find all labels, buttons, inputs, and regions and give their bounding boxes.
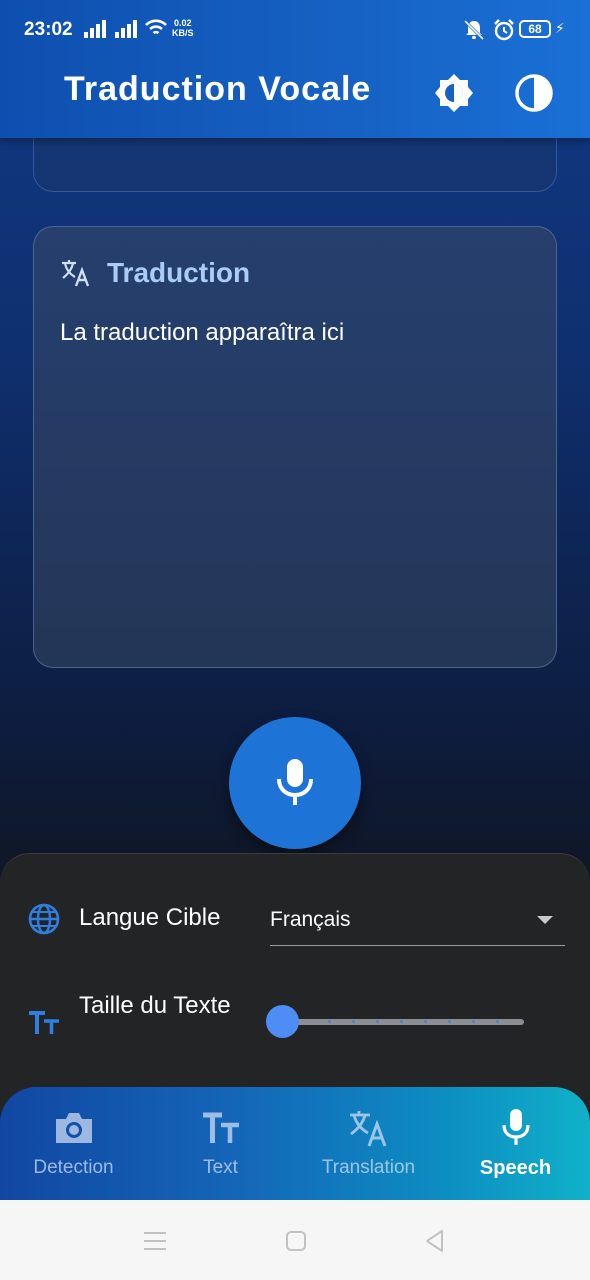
system-navigation-bar — [0, 1200, 590, 1280]
home-icon[interactable] — [283, 1228, 309, 1254]
wifi-icon — [145, 19, 167, 35]
signal-icon — [115, 20, 137, 38]
slider-track — [282, 1019, 524, 1025]
battery-indicator: 68 — [519, 20, 551, 38]
camera-icon — [56, 1113, 92, 1143]
contrast-icon[interactable] — [514, 73, 554, 113]
slider-tick — [496, 1020, 499, 1023]
menu-icon[interactable] — [142, 1228, 168, 1254]
text-size-icon — [29, 1011, 59, 1034]
page-title: Traduction Vocale — [64, 70, 372, 108]
chevron-down-icon — [537, 916, 553, 924]
network-speed-value: 0.02 — [173, 18, 192, 28]
charging-icon: ⚡ — [555, 20, 565, 36]
network-speed: 0.02 KB/S — [172, 18, 194, 38]
text-size-slider[interactable] — [266, 1004, 528, 1040]
target-language-dropdown[interactable]: Français — [270, 894, 565, 946]
nav-item-detection[interactable]: Detection — [0, 1087, 147, 1200]
slider-tick — [376, 1020, 379, 1023]
translation-card: Traduction La traduction apparaîtra ici — [33, 226, 557, 668]
translate-icon — [62, 260, 90, 287]
top-bar: 23:02 0.02 KB/S 68 ⚡ Traduction Vocale — [0, 0, 590, 138]
nav-item-text[interactable]: Text — [147, 1087, 294, 1200]
nav-item-translation[interactable]: Translation — [295, 1087, 442, 1200]
slider-tick — [448, 1020, 451, 1023]
microphone-icon — [502, 1109, 530, 1145]
nav-item-label: Text — [203, 1157, 238, 1178]
translation-output: La traduction apparaîtra ici — [60, 319, 345, 346]
slider-tick — [328, 1020, 331, 1023]
nav-item-label: Speech — [479, 1157, 552, 1179]
target-language-value: Français — [270, 908, 351, 931]
translate-icon — [350, 1111, 387, 1147]
text-size-label: Taille du Texte — [79, 992, 231, 1019]
status-bar: 23:02 0.02 KB/S 68 ⚡ — [0, 0, 590, 60]
nav-item-label: Detection — [33, 1157, 114, 1178]
slider-thumb[interactable] — [266, 1005, 299, 1038]
nav-item-speech[interactable]: Speech — [442, 1087, 589, 1200]
record-button[interactable] — [229, 717, 361, 849]
back-icon[interactable] — [422, 1228, 448, 1254]
app-screen: 23:02 0.02 KB/S 68 ⚡ Traduction Vocale T… — [0, 0, 590, 1200]
bell-off-icon — [463, 19, 485, 41]
translation-card-title: Traduction — [107, 257, 251, 288]
slider-tick — [352, 1020, 355, 1023]
status-time: 23:02 — [24, 19, 73, 40]
nav-item-label: Translation — [321, 1157, 416, 1178]
slider-tick — [424, 1020, 427, 1023]
target-language-label: Langue Cible — [79, 904, 221, 931]
bottom-navigation: Detection Text Translation Speech — [0, 1087, 590, 1200]
brightness-icon[interactable] — [434, 73, 474, 113]
slider-tick — [400, 1020, 403, 1023]
signal-icon — [84, 20, 106, 38]
microphone-icon — [277, 759, 313, 805]
slider-tick — [472, 1020, 475, 1023]
text-size-icon — [203, 1112, 239, 1143]
network-speed-unit: KB/S — [172, 28, 194, 38]
globe-icon — [28, 903, 60, 935]
alarm-icon — [494, 19, 514, 41]
